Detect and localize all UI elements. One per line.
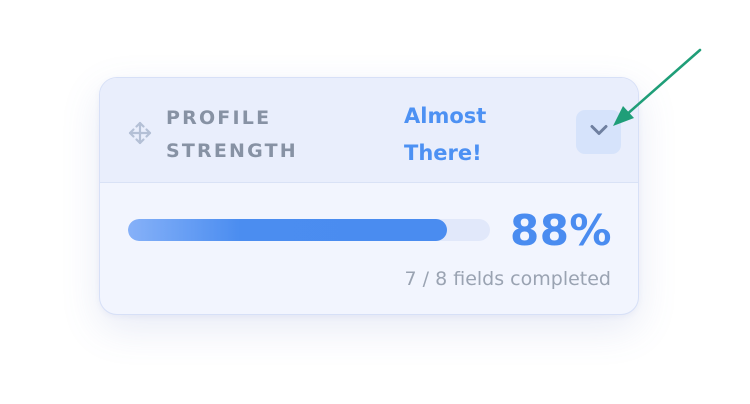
fields-completed-text: 7 / 8 fields completed [404,268,611,290]
card-title-line-1: PROFILE [166,107,272,129]
status-label-line-1: Almost [404,104,487,128]
progress-percent: 88% [509,206,612,255]
stage: PROFILE STRENGTH Almost There! 88% 7 / 8… [0,0,750,404]
card-title-line-2: STRENGTH [166,140,298,162]
profile-strength-card: PROFILE STRENGTH Almost There! 88% 7 / 8… [99,77,639,315]
card-title: PROFILE STRENGTH [166,102,366,168]
chevron-down-icon [589,123,609,142]
move-icon[interactable] [127,120,153,146]
collapse-toggle-button[interactable] [576,110,621,154]
progress-bar [128,219,490,241]
status-label-line-2: There! [404,141,482,165]
card-header: PROFILE STRENGTH Almost There! [100,78,638,183]
status-label: Almost There! [404,98,524,172]
progress-bar-fill [128,219,447,241]
